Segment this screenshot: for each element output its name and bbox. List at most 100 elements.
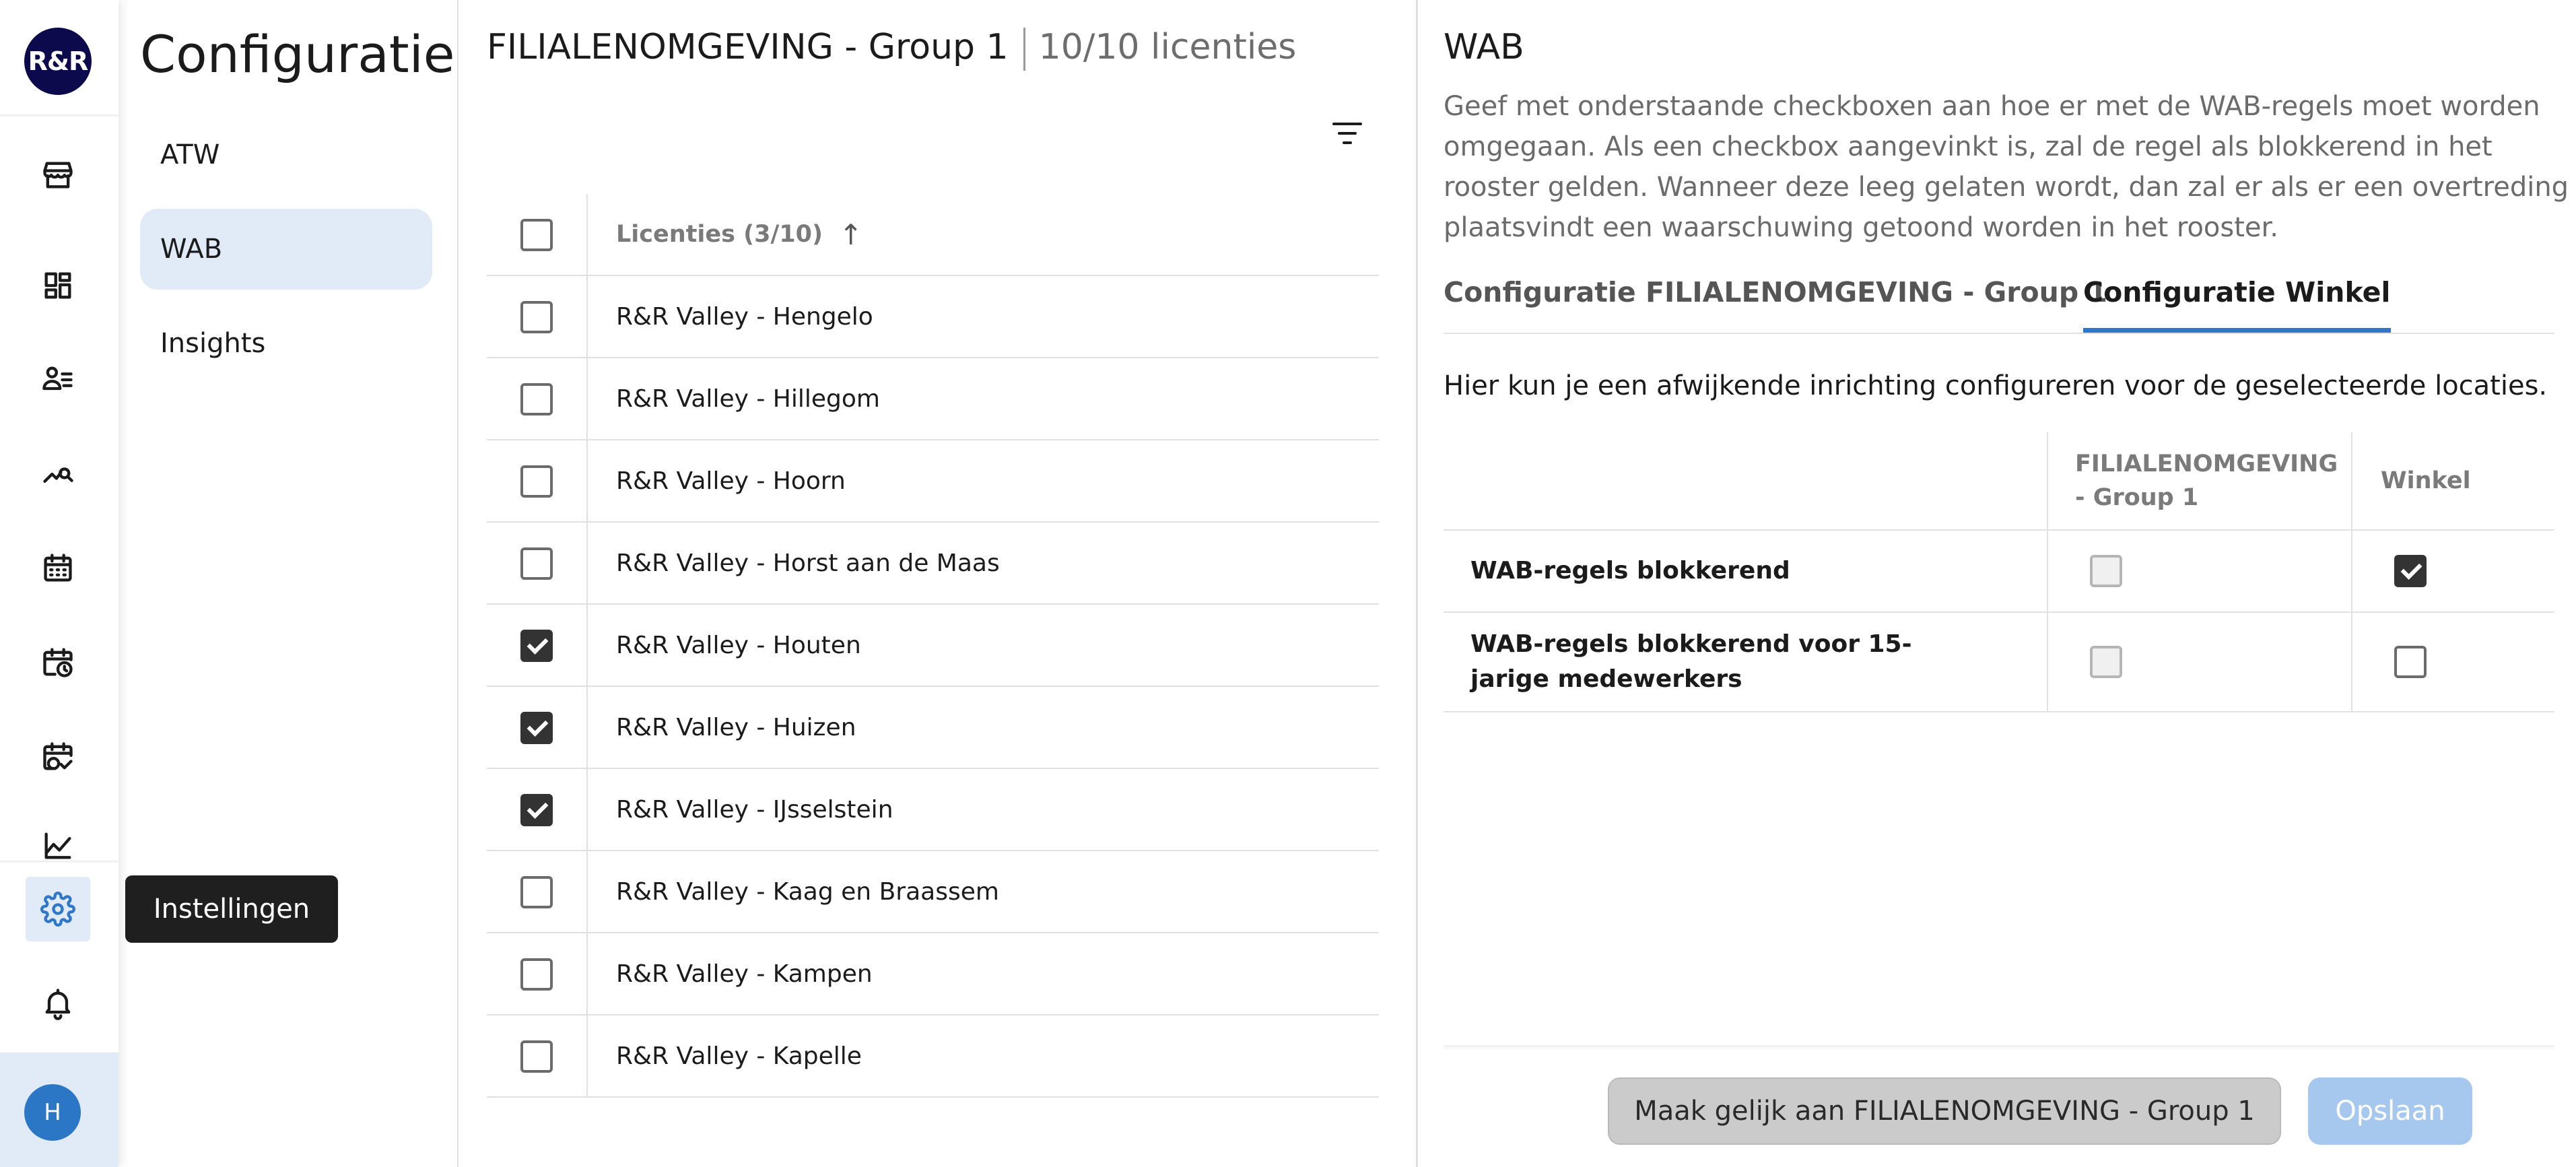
table-row: WAB-regels blokkerend voor 15-jarige med… bbox=[1444, 613, 2554, 712]
license-name: R&R Valley - Huizen bbox=[616, 713, 856, 741]
group-cell bbox=[2048, 531, 2352, 611]
nav-rail: R&R H bbox=[0, 0, 118, 1167]
license-name: R&R Valley - Kapelle bbox=[616, 1042, 862, 1070]
table-row[interactable]: R&R Valley - Huizen bbox=[487, 687, 1379, 769]
header-group: FILIALENOMGEVING - Group 1 bbox=[2048, 432, 2352, 529]
table-header: Licenties (3/10) ↑ bbox=[487, 194, 1379, 276]
analytics-icon[interactable] bbox=[26, 442, 90, 506]
license-count: 10/10 licenties bbox=[1038, 27, 1297, 67]
select-all-cell bbox=[487, 194, 588, 275]
page-title: Configuratie bbox=[140, 24, 455, 84]
winkel-checkbox[interactable] bbox=[2394, 646, 2427, 678]
license-name: R&R Valley - Hoorn bbox=[616, 467, 846, 495]
select-all-checkbox[interactable] bbox=[520, 219, 553, 251]
table-row[interactable]: R&R Valley - Hoorn bbox=[487, 440, 1379, 523]
header-rule bbox=[1444, 432, 2048, 529]
table-row[interactable]: R&R Valley - IJsselstein bbox=[487, 769, 1379, 851]
licenses-panel: FILIALENOMGEVING - Group 1 10/10 licentie… bbox=[459, 0, 1418, 1167]
wab-rules-table: FILIALENOMGEVING - Group 1 Winkel WAB-reg… bbox=[1444, 432, 2554, 712]
tab-config-winkel[interactable]: Configuratie Winkel bbox=[2083, 276, 2391, 333]
footer-divider bbox=[1444, 1045, 2554, 1051]
license-checkbox[interactable] bbox=[520, 958, 553, 991]
license-checkbox[interactable] bbox=[520, 712, 553, 744]
checkbox-cell bbox=[487, 851, 588, 932]
bell-icon[interactable] bbox=[26, 971, 90, 1036]
dashboard-icon[interactable] bbox=[26, 253, 90, 318]
license-checkbox[interactable] bbox=[520, 383, 553, 415]
license-name: R&R Valley - Kampen bbox=[616, 960, 873, 988]
checkbox-cell bbox=[487, 769, 588, 850]
licenses-title: FILIALENOMGEVING - Group 1 10/10 licentie… bbox=[487, 27, 1296, 71]
table-row: WAB-regels blokkerend bbox=[1444, 531, 2554, 613]
rule-label-text: WAB-regels blokkerend voor 15-jarige med… bbox=[1470, 630, 1912, 693]
license-name: R&R Valley - Houten bbox=[616, 631, 861, 659]
rail-divider bbox=[0, 114, 118, 117]
license-name: R&R Valley - IJsselstein bbox=[616, 795, 893, 824]
column-header-label: Licenties (3/10) bbox=[616, 221, 823, 248]
table-row[interactable]: R&R Valley - Horst aan de Maas bbox=[487, 523, 1379, 605]
licenses-table: Licenties (3/10) ↑ R&R Valley - Hengelo R&… bbox=[487, 194, 1379, 1098]
license-name: R&R Valley - Hillegom bbox=[616, 385, 880, 413]
arrow-up-icon[interactable]: ↑ bbox=[839, 218, 862, 251]
license-name: R&R Valley - Horst aan de Maas bbox=[616, 549, 1000, 577]
table-row[interactable]: R&R Valley - Kapelle bbox=[487, 1015, 1379, 1098]
wab-subtitle: Hier kun je een afwijkende inrichting co… bbox=[1444, 370, 2548, 401]
checkbox-cell bbox=[487, 440, 588, 521]
header-group-line2: - Group 1 bbox=[2075, 484, 2199, 511]
checkbox-cell bbox=[487, 1015, 588, 1096]
config-menu: Configuratie ATW WAB Insights bbox=[118, 0, 459, 1167]
schedule-clock-icon[interactable] bbox=[26, 630, 90, 695]
settings-tooltip: Instellingen bbox=[125, 875, 338, 943]
license-checkbox[interactable] bbox=[520, 301, 553, 333]
license-checkbox[interactable] bbox=[520, 465, 553, 498]
reset-to-group-button[interactable]: Maak gelijk aan FILIALENOMGEVING - Group… bbox=[1608, 1077, 2281, 1145]
column-header-licenses[interactable]: Licenties (3/10) ↑ bbox=[616, 194, 862, 275]
rule-label: WAB-regels blokkerend bbox=[1444, 531, 2048, 611]
license-name: R&R Valley - Hengelo bbox=[616, 302, 873, 331]
license-checkbox[interactable] bbox=[520, 1040, 553, 1073]
tab-config-group[interactable]: Configuratie FILIALENOMGEVING - Group 1 bbox=[1444, 276, 2107, 333]
menu-item-wab[interactable]: WAB bbox=[140, 209, 432, 290]
license-checkbox[interactable] bbox=[520, 876, 553, 908]
table-row[interactable]: R&R Valley - Kaag en Braassem bbox=[487, 851, 1379, 933]
winkel-cell bbox=[2352, 613, 2554, 711]
group-checkbox bbox=[2090, 646, 2122, 678]
menu-item-atw[interactable]: ATW bbox=[140, 114, 432, 195]
license-name: R&R Valley - Kaag en Braassem bbox=[616, 877, 999, 906]
winkel-checkbox[interactable] bbox=[2394, 555, 2427, 587]
table-row[interactable]: R&R Valley - Hillegom bbox=[487, 358, 1379, 440]
license-checkbox[interactable] bbox=[520, 794, 553, 826]
employees-icon[interactable] bbox=[26, 347, 90, 412]
calendar-icon[interactable] bbox=[26, 536, 90, 601]
checkbox-cell bbox=[487, 523, 588, 603]
user-avatar[interactable]: H bbox=[24, 1084, 81, 1141]
title-separator bbox=[1023, 28, 1025, 71]
group-checkbox bbox=[2090, 555, 2122, 587]
header-group-line1: FILIALENOMGEVING bbox=[2075, 451, 2338, 477]
table-row[interactable]: R&R Valley - Houten bbox=[487, 605, 1379, 687]
checkbox-cell bbox=[487, 933, 588, 1014]
filter-icon[interactable] bbox=[1327, 113, 1367, 154]
wab-title: WAB bbox=[1444, 27, 1524, 67]
winkel-cell bbox=[2352, 531, 2554, 611]
table-row[interactable]: R&R Valley - Hengelo bbox=[487, 276, 1379, 358]
settings-icon[interactable] bbox=[26, 877, 90, 941]
app-logo[interactable]: R&R bbox=[24, 28, 92, 95]
save-button[interactable]: Opslaan bbox=[2308, 1077, 2472, 1145]
header-winkel: Winkel bbox=[2381, 467, 2471, 494]
config-tabs: Configuratie FILIALENOMGEVING - Group 1 … bbox=[1444, 269, 2554, 334]
chart-icon[interactable] bbox=[26, 819, 90, 859]
wab-description: Geef met onderstaande checkboxen aan hoe… bbox=[1444, 91, 2569, 243]
checkbox-cell bbox=[487, 605, 588, 686]
table-row[interactable]: R&R Valley - Kampen bbox=[487, 933, 1379, 1015]
checkbox-cell bbox=[487, 276, 588, 357]
menu-item-insights[interactable]: Insights bbox=[140, 303, 432, 384]
checkbox-cell bbox=[487, 358, 588, 439]
rail-divider bbox=[0, 861, 118, 863]
wab-panel: WAB Geef met onderstaande checkboxen aan… bbox=[1419, 0, 2576, 1167]
license-checkbox[interactable] bbox=[520, 547, 553, 580]
schedule-check-icon[interactable] bbox=[26, 725, 90, 789]
group-cell bbox=[2048, 613, 2352, 711]
license-checkbox[interactable] bbox=[520, 630, 553, 662]
store-icon[interactable] bbox=[26, 143, 90, 207]
